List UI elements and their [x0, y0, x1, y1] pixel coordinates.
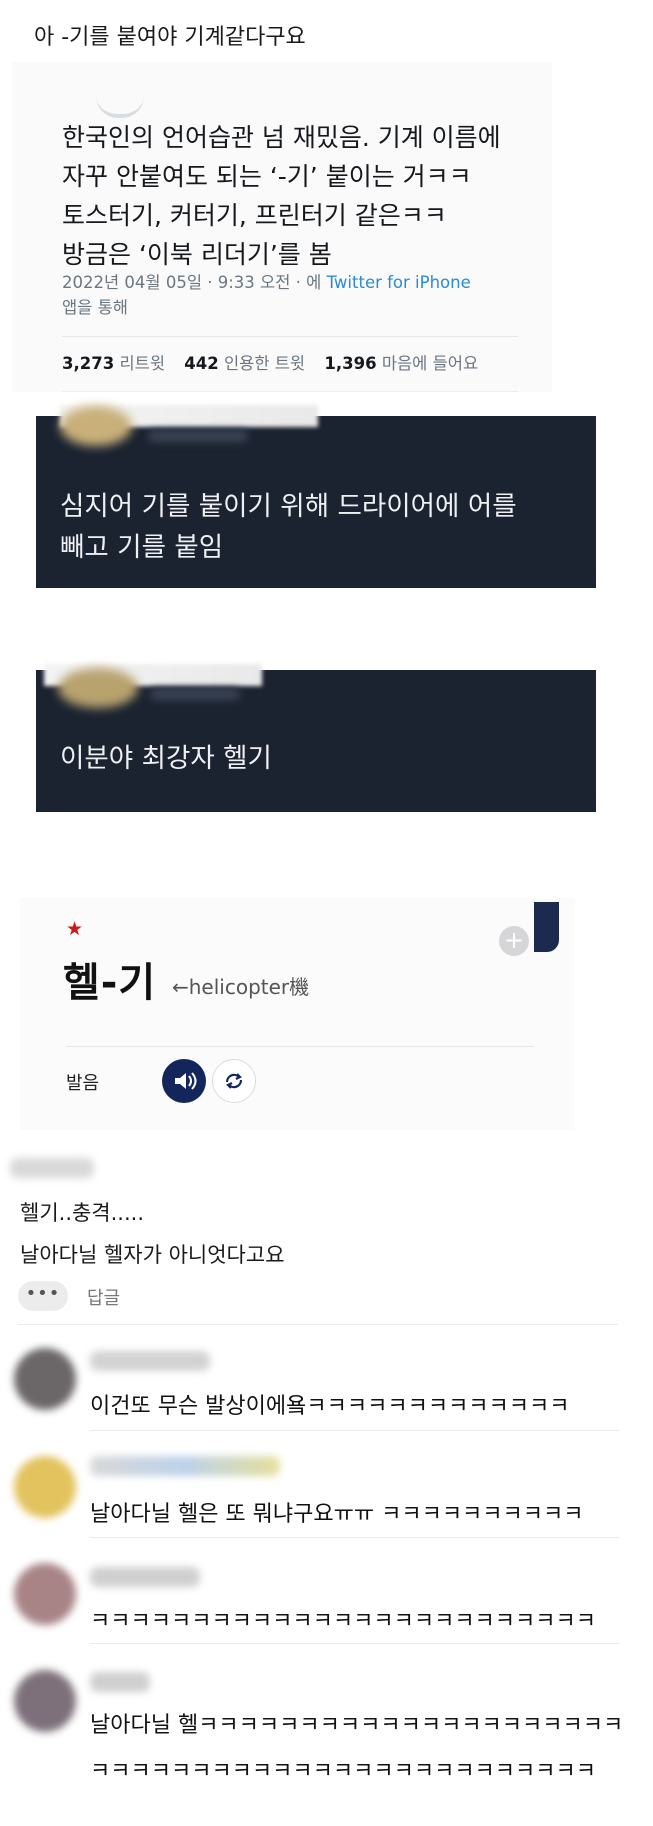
comment-text-line: 날아다닐 헬자가 아니엇다고요	[20, 1243, 285, 1267]
dictionary-origin: ←helicopter機	[172, 975, 310, 999]
like-label[interactable]: 마음에 들어요	[382, 354, 478, 373]
divider	[18, 1324, 618, 1325]
reply-text: 날아다닐 헬은 또 뭐냐구요ㅠㅠ ㅋㅋㅋㅋㅋㅋㅋㅋㅋㅋ	[90, 1502, 584, 1527]
tweet-date: 2022년 04월 05일 · 9:33 오전 · 에	[62, 273, 327, 292]
dictionary-headword: 헬-기	[63, 960, 157, 1006]
tweet-stats: 3,273 리트윗 442 인용한 트윗 1,396 마음에 들어요	[62, 350, 478, 374]
username-blurred	[90, 1351, 210, 1371]
username-blurred	[148, 430, 248, 442]
reply-button[interactable]: 답글	[87, 1284, 120, 1310]
username-blurred	[150, 688, 240, 700]
avatar	[60, 406, 132, 446]
tweet-meta: 2022년 04월 05일 · 9:33 오전 · 에 Twitter for …	[62, 270, 512, 320]
plus-icon[interactable]: +	[499, 926, 529, 956]
bookmark-icon[interactable]	[534, 902, 559, 952]
avatar	[58, 668, 138, 708]
tweet-via-suffix: 앱을 통해	[62, 298, 128, 317]
reply-card-text: 이분야 최강자 헬기	[60, 743, 272, 774]
reply-text: ㅋㅋㅋㅋㅋㅋㅋㅋㅋㅋㅋㅋㅋㅋㅋㅋㅋㅋㅋㅋㅋㅋㅋㅋㅋ	[90, 1609, 597, 1634]
username-blurred	[90, 1456, 280, 1476]
more-options-button[interactable]: •••	[18, 1281, 68, 1311]
avatar	[14, 1348, 76, 1410]
reply-text-line2: ㅋㅋㅋㅋㅋㅋㅋㅋㅋㅋㅋㅋㅋㅋㅋㅋㅋㅋㅋㅋㅋㅋㅋㅋㅋ	[90, 1759, 597, 1784]
reply-text: 이건또 무슨 발상이에욬ㅋㅋㅋㅋㅋㅋㅋㅋㅋㅋㅋㅋㅋ	[90, 1394, 570, 1419]
comment-author-blurred	[10, 1158, 94, 1178]
divider	[66, 1046, 534, 1047]
divider	[62, 391, 518, 392]
comment-text-line: 헬기..충격.....	[20, 1201, 145, 1225]
username-blurred	[90, 1567, 200, 1587]
post-intro-text: 아 -기를 붙여야 기계같다구요	[34, 25, 306, 50]
username-blurred	[90, 1672, 150, 1692]
reply-text: 날아다닐 헬ㅋㅋㅋㅋㅋㅋㅋㅋㅋㅋㅋㅋㅋㅋㅋㅋㅋㅋㅋㅋㅋ	[90, 1713, 620, 1738]
divider	[90, 1643, 620, 1644]
speaker-icon[interactable]	[162, 1059, 206, 1103]
avatar	[14, 1670, 76, 1732]
tweet-via-link[interactable]: Twitter for iPhone	[327, 273, 471, 292]
reply-card-text: 심지어 기를 붙이기 위해 드라이어에 어를 빼고 기를 붙임	[60, 491, 517, 563]
repeat-icon[interactable]	[212, 1059, 256, 1103]
avatar	[14, 1456, 76, 1518]
avatar	[14, 1563, 76, 1625]
divider	[90, 1430, 620, 1431]
divider	[90, 1537, 620, 1538]
retweet-label[interactable]: 리트윗	[119, 354, 165, 373]
retweet-count: 3,273	[62, 354, 115, 373]
divider	[62, 336, 518, 337]
quote-label[interactable]: 인용한 트윗	[224, 354, 305, 373]
like-count: 1,396	[324, 354, 377, 373]
dictionary-card	[20, 898, 575, 1130]
tweet-text: 한국인의 언어습관 넘 재밌음. 기계 이름에 자꾸 안붙여도 되는 ‘-기’ …	[62, 123, 501, 269]
star-icon: ★	[66, 918, 84, 940]
pronunciation-label: 발음	[66, 1073, 100, 1094]
quote-count: 442	[184, 354, 219, 373]
